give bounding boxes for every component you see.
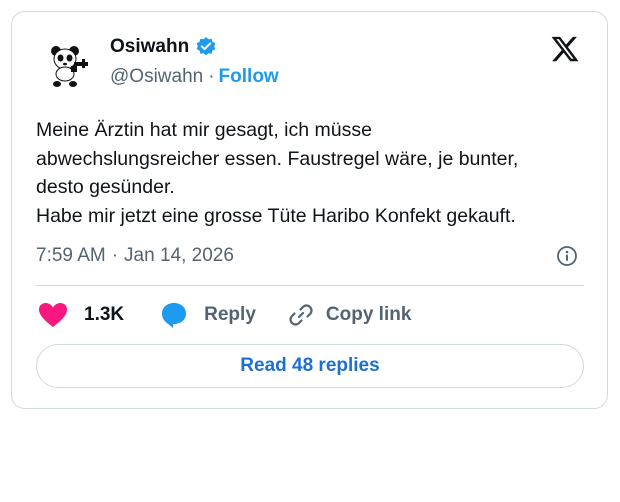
verified-badge-icon (196, 37, 216, 56)
divider (36, 285, 584, 286)
reply-label: Reply (204, 304, 256, 325)
handle-separator: · (208, 66, 215, 87)
like-count: 1.3K (84, 304, 125, 325)
read-replies-button[interactable]: Read 48 replies (36, 344, 584, 388)
tweet-date[interactable]: Jan 14, 2026 (124, 243, 234, 269)
handle-row: @Osiwahn · Follow (110, 65, 279, 89)
author-handle[interactable]: @Osiwahn (110, 65, 203, 89)
copy-link-label: Copy link (325, 304, 412, 325)
tweet-timestamp[interactable]: 7:59 AM · Jan 14, 2026 (36, 243, 234, 269)
link-icon (289, 304, 313, 326)
action-bar: 1.3K Reply Copy link (36, 298, 411, 332)
author-name-row[interactable]: Osiwahn (110, 35, 217, 59)
copy-link-button[interactable]: Copy link (288, 302, 412, 328)
panda-avatar[interactable] (44, 40, 92, 88)
like-button[interactable]: 1.3K (36, 302, 124, 328)
reply-bubble-icon (162, 303, 187, 328)
info-icon[interactable] (556, 245, 578, 267)
timestamp-separator: · (111, 245, 119, 266)
heart-icon (39, 303, 67, 327)
tweet-text: Meine Ärztin hat mir gesagt, ich müsse a… (36, 119, 519, 227)
reply-button[interactable]: Reply (160, 301, 256, 329)
tweet-time[interactable]: 7:59 AM (36, 243, 106, 269)
follow-button[interactable]: Follow (219, 65, 279, 89)
author-display-name[interactable]: Osiwahn (110, 35, 189, 59)
x-logo-icon[interactable] (550, 34, 580, 64)
